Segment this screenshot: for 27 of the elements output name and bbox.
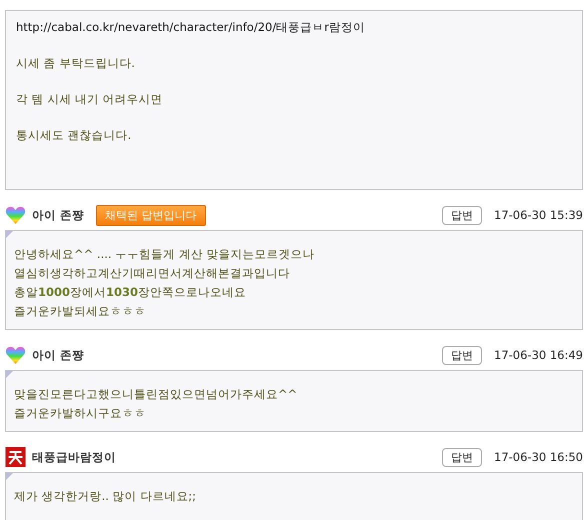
author-name[interactable]: 아이 존쨩 <box>32 348 84 362</box>
reply-button[interactable]: 답변 <box>442 346 482 364</box>
author-name[interactable]: 태풍급바람정이 <box>32 450 116 464</box>
corner-mark <box>6 231 13 238</box>
timestamp: 17-06-30 16:49 <box>494 348 583 362</box>
reply-text: 맞을진모른다고했으니틀린점있으면넘어가주세요^^ <box>14 386 298 403</box>
question-text: 통시세도 괜찮습니다. <box>16 127 132 143</box>
question-text: 각 템 시세 내기 어려우시면 <box>16 91 164 107</box>
reply-text: 열심히생각하고계산기때리면서계산해본결과입니다 <box>14 265 291 282</box>
question-text: http://cabal.co.kr/nevareth/character/info/20/태풍급ㅂr람정이 <box>16 19 366 35</box>
heart-icon <box>5 345 26 365</box>
accepted-answer-badge: 채택된 답변입니다 <box>96 204 206 226</box>
avatar-icon <box>5 447 26 467</box>
reply-text: 즐거운카발하시구요ㅎㅎ <box>14 405 147 422</box>
reply-text: 즐거운카발되세요ㅎㅎㅎ <box>14 303 147 320</box>
question-text: 시세 좀 부탁드립니다. <box>16 55 136 71</box>
heart-icon <box>5 205 26 225</box>
timestamp: 17-06-30 16:50 <box>494 450 583 464</box>
reply-text: 안녕하세요^^ .... ㅜㅜ힘들게 계산 맞을지는모르겟으나 <box>14 246 316 263</box>
reply-button[interactable]: 답변 <box>442 206 482 224</box>
timestamp: 17-06-30 15:39 <box>494 208 583 222</box>
reply-button[interactable]: 답변 <box>442 448 482 466</box>
reply-text: 총알1000장에서1030장안쪽으로나오네요 <box>14 284 248 301</box>
corner-mark <box>6 473 13 480</box>
corner-mark <box>6 371 13 378</box>
reply-text: 제가 생각한거랑.. 많이 다르네요;; <box>14 488 198 505</box>
author-name[interactable]: 아이 존쨩 <box>32 208 84 222</box>
